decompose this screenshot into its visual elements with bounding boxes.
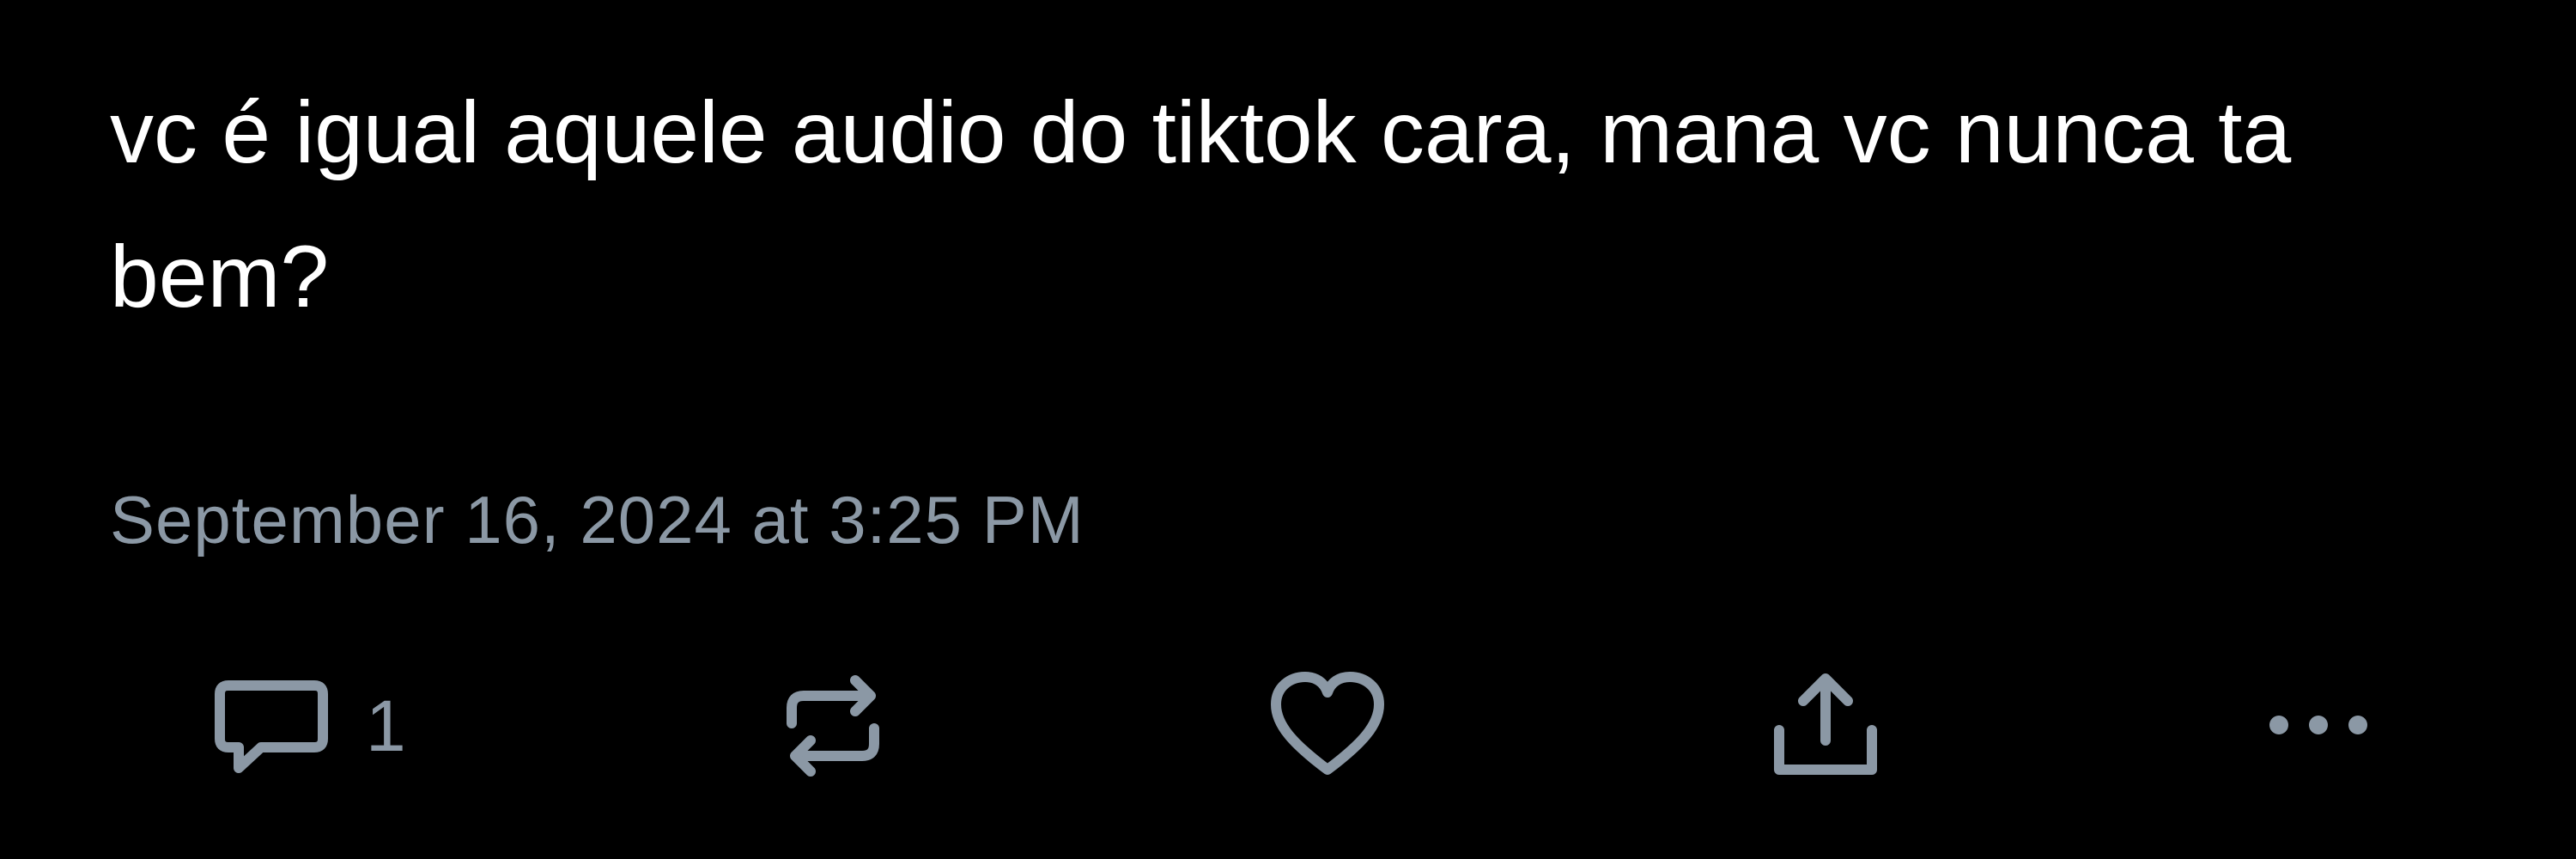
reply-count: 1 <box>366 685 406 766</box>
retweet-button[interactable] <box>773 661 893 790</box>
share-icon <box>1765 670 1886 782</box>
action-bar: 1 <box>0 661 2576 790</box>
reply-icon <box>211 670 331 782</box>
more-button[interactable] <box>2258 661 2379 790</box>
retweet-icon <box>773 670 893 782</box>
heart-icon <box>1267 670 1388 782</box>
more-icon <box>2258 670 2379 782</box>
post-timestamp[interactable]: September 16, 2024 at 3:25 PM <box>110 477 1084 563</box>
post-body: vc é igual aquele audio do tiktok cara, … <box>110 60 2497 349</box>
like-button[interactable] <box>1267 661 1388 790</box>
post-text: vc é igual aquele audio do tiktok cara, … <box>110 83 2292 326</box>
reply-button[interactable]: 1 <box>211 661 406 790</box>
share-button[interactable] <box>1765 661 1886 790</box>
